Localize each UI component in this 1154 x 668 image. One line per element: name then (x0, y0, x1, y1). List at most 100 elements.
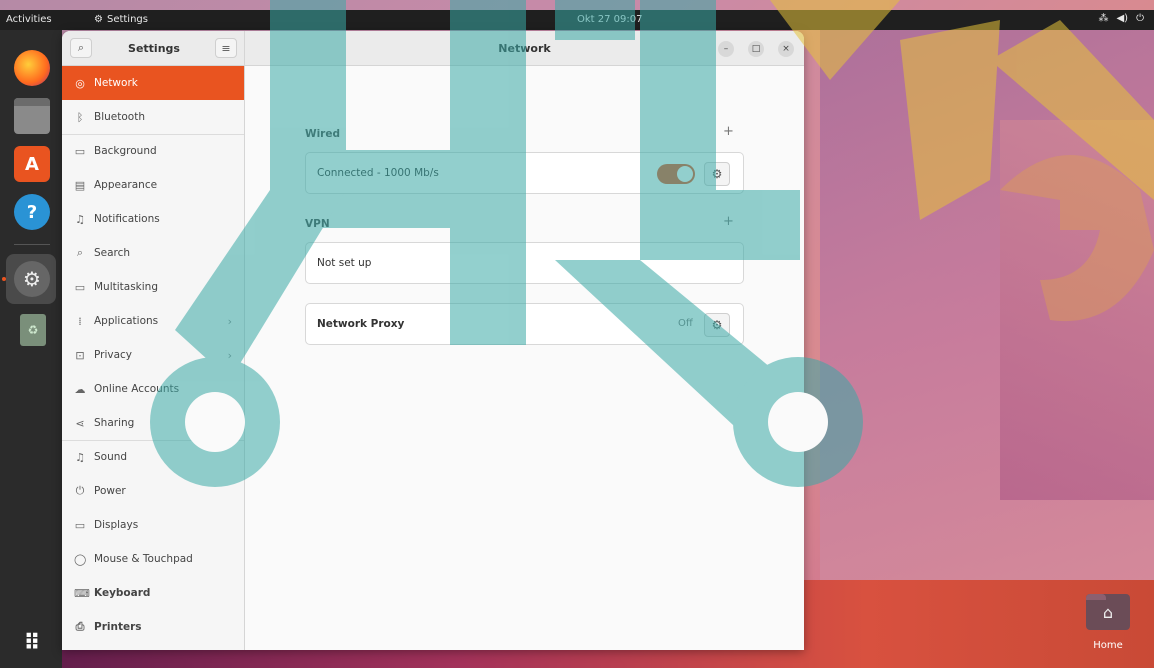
sidebar-item-label: Keyboard (94, 587, 151, 599)
help-icon[interactable]: ? (14, 194, 50, 230)
home-folder-icon[interactable]: ⌂ (1086, 594, 1130, 630)
proxy-settings-button[interactable]: ⚙ (704, 313, 730, 337)
sidebar-item-label: Notifications (94, 213, 160, 225)
multitasking-icon: ▭ (74, 280, 86, 294)
proxy-label: Network Proxy (317, 318, 405, 330)
vpn-row: Not set up (305, 242, 744, 284)
search-button[interactable]: ⌕ (70, 38, 92, 58)
wired-connection-row[interactable]: Connected - 1000 Mb/s ⚙ (305, 152, 744, 194)
sidebar-item-label: Sound (94, 451, 128, 463)
sidebar-item-label: Sharing (94, 417, 135, 429)
network-icon: ◎ (75, 76, 85, 90)
monitor-icon: ▭ (74, 518, 86, 532)
power-icon: ⏻ (1136, 13, 1144, 24)
running-indicator (2, 277, 6, 281)
firefox-icon[interactable] (14, 50, 50, 86)
app-menu[interactable]: ⚙ Settings (94, 14, 148, 25)
sidebar-item-label: Applications (94, 315, 159, 327)
sidebar-item-online-accounts[interactable]: ☁ Online Accounts (62, 372, 244, 406)
apps-grid-icon: ⁞ (78, 314, 82, 328)
chevron-right-icon: › (227, 314, 232, 328)
keyboard-icon: ⌨ (74, 586, 90, 600)
settings-window: ⌕ Settings ≡ Network – □ × ◎ Network ᛒ B… (62, 31, 804, 650)
menu-button[interactable]: ≡ (215, 38, 237, 58)
vpn-status: Not set up (317, 257, 372, 269)
appearance-icon: ▤ (74, 178, 86, 192)
wired-section-label: Wired (305, 128, 340, 140)
files-icon[interactable] (14, 98, 50, 134)
sidebar-item-notifications[interactable]: ♫ Notifications (62, 202, 244, 236)
sidebar-item-search[interactable]: ⌕ Search (62, 236, 244, 270)
hamburger-icon: ≡ (221, 41, 231, 55)
sidebar-item-label: Multitasking (94, 281, 159, 293)
network-proxy-row[interactable]: Network Proxy Off ⚙ (305, 303, 744, 345)
wired-status: Connected - 1000 Mb/s (317, 167, 439, 179)
settings-icon[interactable]: ⚙ (14, 261, 50, 297)
top-bar: Activities ⚙ Settings Okt 27 09:07 ⁂ ◀) … (0, 10, 1154, 30)
cloud-icon: ☁ (74, 382, 86, 396)
home-folder-label[interactable]: Home (1088, 640, 1128, 651)
sidebar-item-privacy[interactable]: ⊡ Privacy › (62, 338, 244, 372)
sidebar-item-mouse-touchpad[interactable]: ◯ Mouse & Touchpad (62, 542, 244, 576)
sidebar-item-keyboard[interactable]: ⌨ Keyboard (62, 576, 244, 610)
app-menu-label: Settings (106, 14, 148, 25)
chevron-right-icon: › (227, 348, 232, 362)
show-apps-icon[interactable]: ⠿ (16, 628, 48, 660)
network-status-icon: ⁂ (1098, 13, 1109, 24)
maximize-button[interactable]: □ (748, 41, 764, 57)
printer-icon: ⎙ (75, 620, 85, 633)
sidebar-item-label: Bluetooth (94, 111, 145, 123)
sidebar-item-label: Printers (94, 621, 142, 633)
music-note-icon: ♫ (75, 450, 85, 464)
trash-icon[interactable]: ♻ (20, 314, 46, 346)
sidebar-item-printers[interactable]: ⎙ Printers (62, 610, 244, 644)
sidebar-item-label: Displays (94, 519, 139, 531)
sidebar-item-label: Network (94, 77, 138, 89)
clock[interactable]: Okt 27 09:07 (577, 14, 642, 25)
background-icon: ▭ (74, 144, 86, 158)
sidebar-item-label: Background (94, 145, 157, 157)
gear-icon: ⚙ (711, 167, 723, 181)
wired-toggle[interactable] (657, 164, 695, 184)
gear-icon: ⚙ (711, 318, 723, 332)
activities-button[interactable]: Activities (6, 14, 52, 25)
sidebar-header: ⌕ Settings ≡ (62, 31, 245, 66)
search-icon: ⌕ (76, 246, 84, 259)
software-icon[interactable]: A (14, 146, 50, 182)
maximize-icon: □ (751, 44, 761, 54)
share-icon: ⋖ (75, 416, 85, 430)
sidebar-item-sound[interactable]: ♫ Sound (62, 440, 244, 474)
volume-icon: ◀) (1116, 13, 1129, 24)
sidebar-item-label: Appearance (94, 179, 158, 191)
mouse-icon: ◯ (74, 552, 87, 566)
minimize-button[interactable]: – (718, 41, 734, 57)
sidebar-item-applications[interactable]: ⁞ Applications › (62, 304, 244, 338)
sidebar-item-multitasking[interactable]: ▭ Multitasking (62, 270, 244, 304)
minimize-icon: – (723, 44, 729, 54)
add-vpn-button[interactable]: + (723, 214, 734, 229)
sidebar-item-label: Privacy (94, 349, 133, 361)
sidebar-item-appearance[interactable]: ▤ Appearance (62, 168, 244, 202)
sidebar-item-label: Mouse & Touchpad (94, 553, 193, 565)
search-icon: ⌕ (77, 41, 85, 54)
add-wired-button[interactable]: + (723, 124, 734, 139)
wired-settings-button[interactable]: ⚙ (704, 162, 730, 186)
sidebar-item-background[interactable]: ▭ Background (62, 134, 244, 168)
close-button[interactable]: × (778, 41, 794, 57)
system-tray[interactable]: ⁂ ◀) ⏻ (1098, 13, 1144, 24)
plus-icon: + (723, 214, 734, 229)
sidebar-item-sharing[interactable]: ⋖ Sharing (62, 406, 244, 440)
plus-icon: + (723, 124, 734, 139)
vpn-section-label: VPN (305, 218, 330, 230)
sidebar-item-label: Power (94, 485, 126, 497)
dock-separator (14, 244, 50, 245)
gear-icon: ⚙ (94, 14, 103, 25)
sidebar-item-network[interactable]: ◎ Network (62, 66, 244, 100)
bell-icon: ♫ (75, 212, 85, 226)
wallpaper-shape (1000, 120, 1154, 500)
proxy-status: Off (678, 318, 693, 329)
sidebar-item-bluetooth[interactable]: ᛒ Bluetooth (62, 100, 244, 134)
sidebar-item-displays[interactable]: ▭ Displays (62, 508, 244, 542)
sidebar-item-power[interactable]: ⏻ Power (62, 474, 244, 508)
dock: A ? ⚙ ♻ ⠿ (0, 30, 62, 668)
